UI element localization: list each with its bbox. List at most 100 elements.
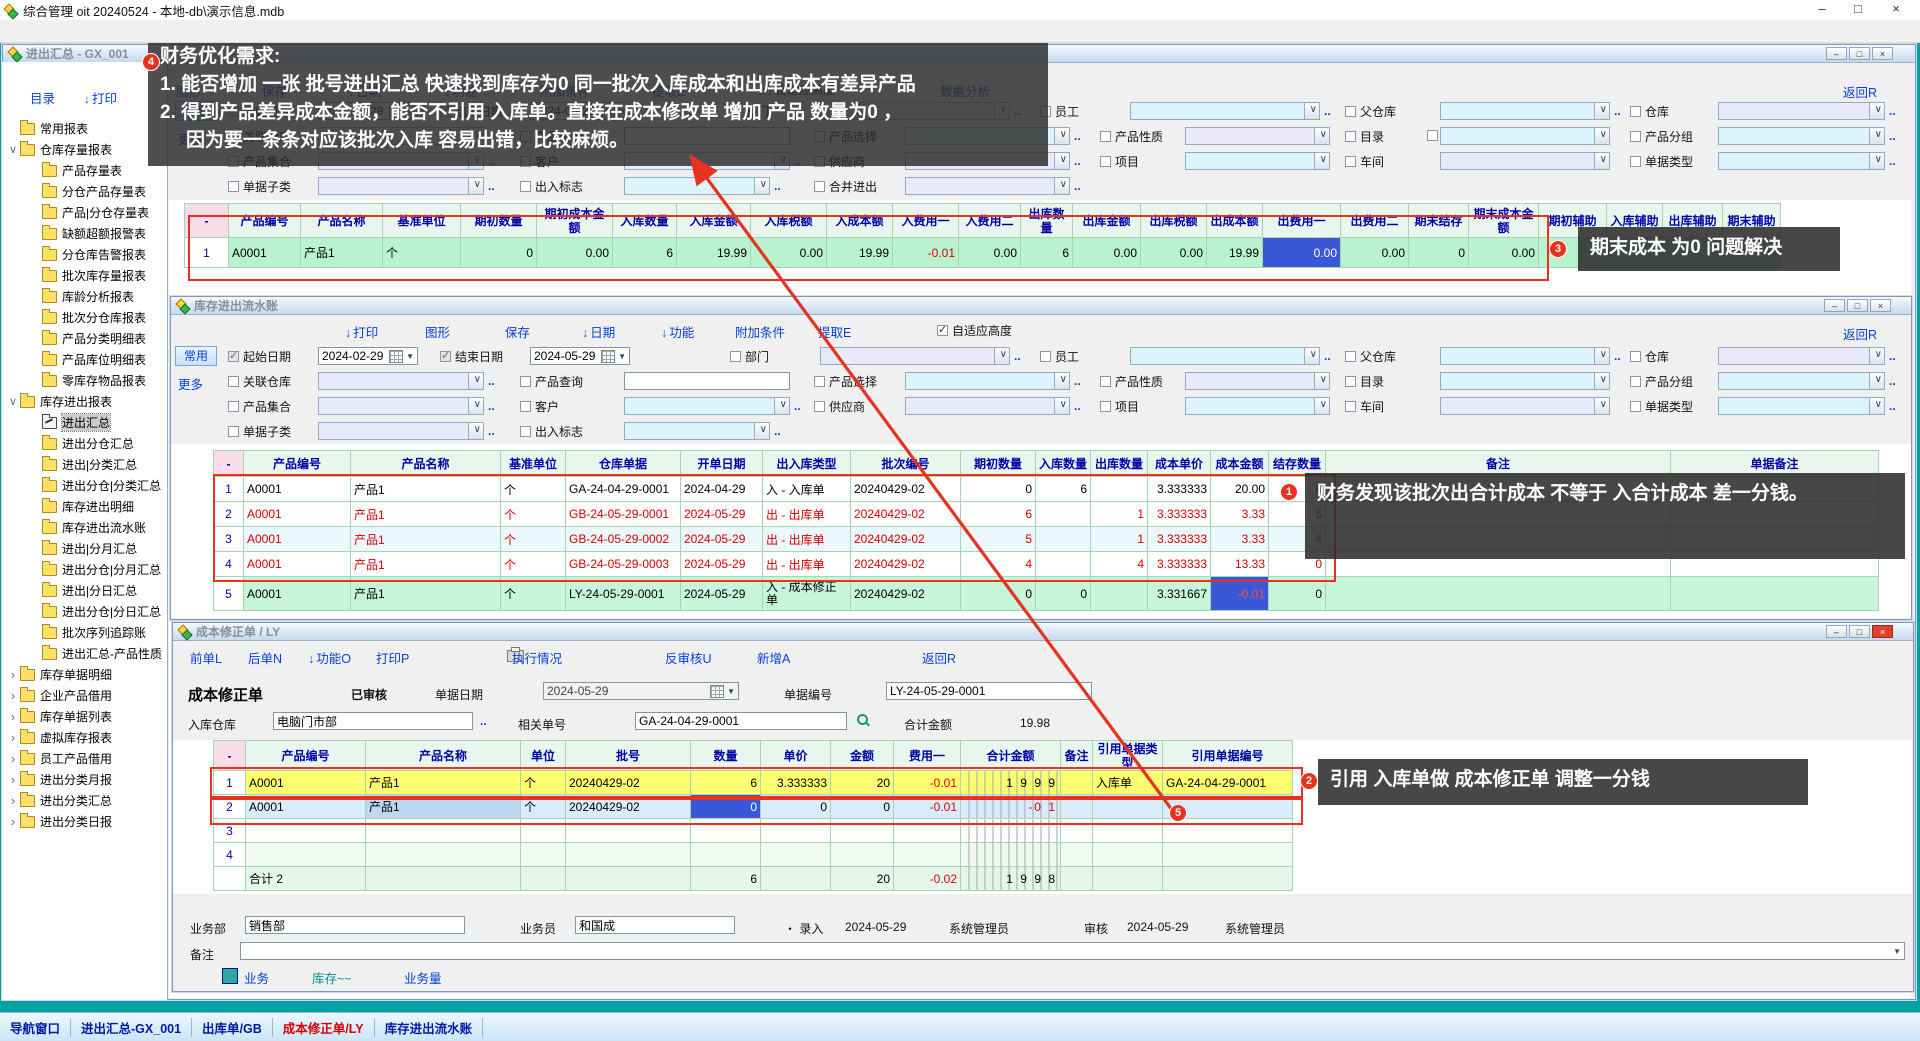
table-cell[interactable]: 20.00 (1211, 477, 1269, 502)
table-cell[interactable]: 4 (214, 843, 246, 867)
employee-checkbox[interactable]: 员工 (1040, 346, 1079, 366)
product-nature-checkbox[interactable]: 产品性质 (1100, 371, 1163, 391)
table-cell[interactable]: 0 (1036, 577, 1091, 611)
column-header[interactable]: 入费用二 (959, 204, 1021, 238)
column-header[interactable]: 出费用二 (1341, 204, 1409, 238)
toolbar-conditions[interactable]: 附加条件 (735, 322, 785, 341)
chevron-icon[interactable] (6, 751, 20, 766)
doc-type-checkbox[interactable]: 单据类型 (1630, 151, 1693, 171)
table-cell[interactable]: 19.99 (677, 238, 751, 268)
product-set-checkbox[interactable]: 产品集合 (228, 396, 291, 416)
column-header[interactable]: 成本单价 (1148, 451, 1211, 477)
table-cell[interactable]: 20240429-02 (851, 577, 961, 611)
print-link[interactable]: 打印P (376, 648, 409, 667)
table-cell[interactable]: 出 - 出库单 (763, 527, 851, 552)
table-cell[interactable] (521, 819, 566, 843)
doc-no-input[interactable]: LY-24-05-29-0001 (886, 682, 1092, 700)
tree-item[interactable]: 进出汇总 (2, 412, 166, 433)
lookup-dots[interactable]: .. (488, 179, 495, 193)
table-cell[interactable]: 0 (1269, 577, 1326, 611)
table-cell[interactable]: 4 (214, 552, 244, 577)
column-header[interactable]: 单位 (521, 741, 566, 771)
tree-item[interactable]: 批次分仓库报表 (2, 307, 166, 328)
table-cell[interactable]: 2 (214, 502, 244, 527)
table-cell[interactable] (1091, 477, 1148, 502)
unaudit-link[interactable]: 反审核U (665, 648, 712, 667)
table-cell[interactable] (214, 867, 246, 891)
column-header[interactable]: 入费用一 (893, 204, 959, 238)
magnifier-icon[interactable] (856, 713, 870, 727)
column-header[interactable]: 产品名称 (301, 204, 383, 238)
lookup-dots[interactable]: .. (488, 399, 495, 413)
table-cell[interactable]: 入库单 (1093, 771, 1163, 795)
tree-item[interactable]: 批次序列追踪账 (2, 622, 166, 643)
table-cell[interactable] (894, 819, 961, 843)
table-cell[interactable]: 5 (961, 527, 1036, 552)
lookup-dots[interactable]: .. (1324, 349, 1331, 363)
table-cell[interactable]: 3.333333 (1148, 552, 1211, 577)
table-cell[interactable]: 3.331667 (1148, 577, 1211, 611)
tab-volume[interactable]: 业务量 (404, 968, 442, 987)
table-cell[interactable]: 19.99 (827, 238, 893, 268)
table-cell[interactable]: 3 (214, 819, 246, 843)
lookup-dots[interactable]: .. (1074, 179, 1081, 193)
tree-item[interactable]: 进出分仓|分日汇总 (2, 601, 166, 622)
warehouse-input[interactable]: 电脑门市部 (273, 712, 473, 730)
table-cell[interactable]: 0.00 (751, 238, 827, 268)
lookup-dots[interactable]: .. (480, 714, 487, 728)
table-cell[interactable] (831, 843, 894, 867)
close-icon[interactable]: × (1872, 625, 1893, 638)
column-header[interactable]: 入库金额 (677, 204, 751, 238)
column-header[interactable]: 入成本额 (827, 204, 893, 238)
column-header[interactable]: 开单日期 (681, 451, 763, 477)
column-header[interactable]: 仓库单据 (566, 451, 681, 477)
column-header[interactable]: 入库数量 (613, 204, 677, 238)
table-cell[interactable]: 0.00 (1469, 238, 1539, 268)
table-cell[interactable]: 3.333333 (761, 771, 831, 795)
dept-dropdown[interactable] (820, 347, 1010, 365)
lookup-dots[interactable]: .. (1324, 104, 1331, 118)
table-cell[interactable]: 2024-05-29 (681, 577, 763, 611)
table-cell[interactable]: 产品1 (351, 502, 501, 527)
table-cell[interactable]: 0 (461, 238, 537, 268)
lookup-dots[interactable]: .. (1074, 399, 1081, 413)
merge-inout-checkbox[interactable]: 合并进出 (814, 176, 877, 196)
lookup-dots[interactable]: .. (1889, 349, 1896, 363)
table-cell[interactable]: 0 (961, 577, 1036, 611)
table-cell[interactable]: 20240429-02 (851, 477, 961, 502)
employee-dropdown[interactable] (1130, 102, 1320, 120)
lookup-dots[interactable]: .. (1014, 349, 1021, 363)
table-cell[interactable]: 产品1 (351, 577, 501, 611)
product-query-checkbox[interactable]: 产品查询 (520, 371, 583, 391)
table-cell[interactable]: 个 (501, 477, 566, 502)
table-cell[interactable]: 0 (691, 795, 761, 819)
workshop-dropdown[interactable] (1440, 397, 1610, 415)
tree-item[interactable]: 库存进出流水账 (2, 517, 166, 538)
column-header[interactable]: 期末结存 (1409, 204, 1469, 238)
table-cell[interactable]: GA-24-04-29-0001 (566, 477, 681, 502)
table-cell[interactable]: 0 (961, 477, 1036, 502)
table-cell[interactable]: GB-24-05-29-0002 (566, 527, 681, 552)
table-row[interactable]: 1A0001产品1个20240429-0263.33333320-0.011 9… (214, 771, 1293, 795)
column-header[interactable]: 合计金额 (961, 741, 1061, 771)
table-row[interactable]: 2A0001产品1个20240429-02000-0.01-0 1 (214, 795, 1293, 819)
column-header[interactable]: 出库金额 (1073, 204, 1141, 238)
table-cell[interactable] (566, 867, 691, 891)
fit-height-checkbox[interactable]: 自适应高度 (937, 320, 1012, 340)
table-row[interactable]: 3 (214, 819, 1293, 843)
column-header[interactable]: 产品编号 (246, 741, 366, 771)
table-cell[interactable]: 0.00 (1141, 238, 1207, 268)
close-icon[interactable]: × (1882, 0, 1910, 18)
catalog-checkbox[interactable]: 目录 (1345, 126, 1384, 146)
checkbox-icon[interactable] (1427, 130, 1438, 141)
column-header[interactable]: 出库数量 (1021, 204, 1073, 238)
tree-item[interactable]: 缺额超额报警表 (2, 223, 166, 244)
report-back-link[interactable]: 返回R (1843, 82, 1877, 101)
column-header[interactable]: - (214, 451, 244, 477)
lookup-dots[interactable]: .. (488, 374, 495, 388)
lookup-dots[interactable]: .. (488, 424, 495, 438)
table-cell[interactable] (1163, 867, 1293, 891)
table-cell[interactable]: 0 (831, 795, 894, 819)
chevron-icon[interactable] (6, 730, 20, 745)
warehouse-dropdown[interactable] (1718, 102, 1885, 120)
